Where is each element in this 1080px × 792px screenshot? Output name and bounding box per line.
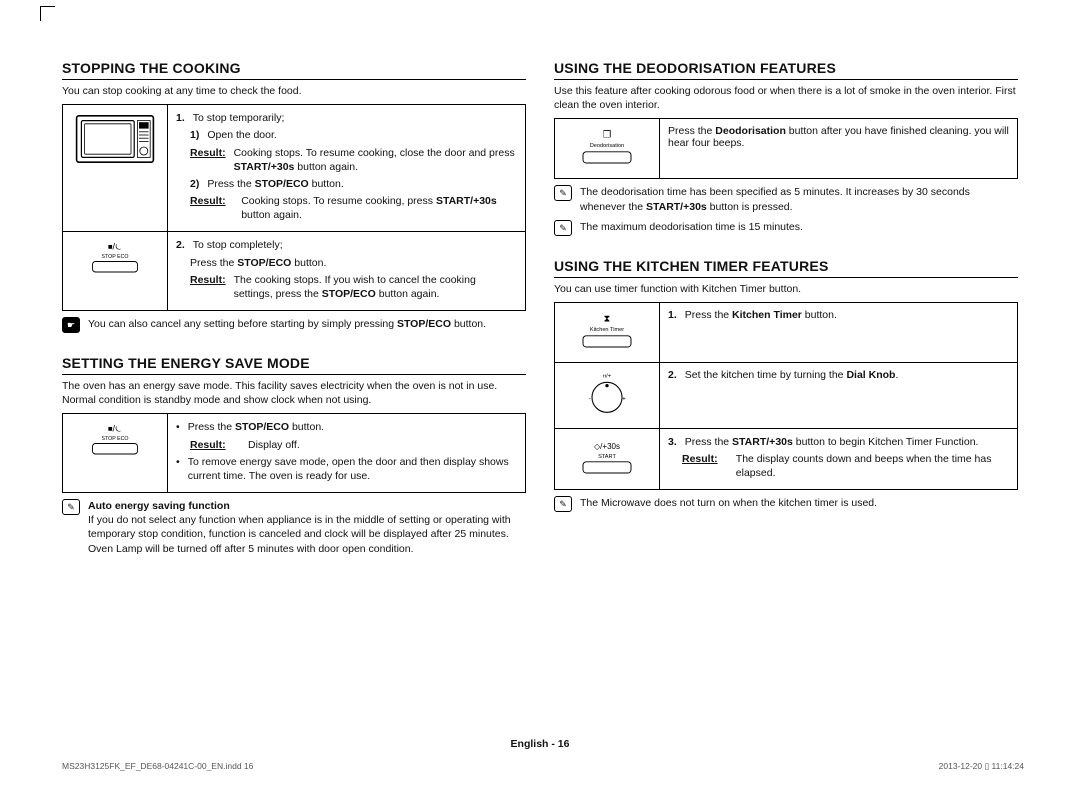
text: Open the door. <box>207 128 276 142</box>
text: Set the kitchen time by turning the Dial… <box>685 369 899 381</box>
svg-text:Kitchen Timer: Kitchen Timer <box>590 327 624 333</box>
result-label: Result: <box>190 273 226 301</box>
timer-step2: 2. Set the kitchen time by turning the Di… <box>660 362 1018 428</box>
deo-note-2: ✎ The maximum deodorisation time is 15 m… <box>554 220 1018 236</box>
timer-table: ⧗ Kitchen Timer 1. Press the Kitchen Time… <box>554 302 1018 491</box>
heading-deodorisation: USING THE DEODORISATION FEATURES <box>554 60 1018 80</box>
manual-page: STOPPING THE COOKING You can stop cookin… <box>0 0 1080 792</box>
hand-icon: ☛ <box>62 317 80 333</box>
stop-eco-button-cell: ⏹/⏾ STOP ECO <box>63 232 168 311</box>
result-label: Result: <box>190 438 240 452</box>
svg-text:❒: ❒ <box>603 130 612 141</box>
start-icon: ◇/+30s START <box>575 435 639 479</box>
dial-knob-icon: ʜ/+ - + <box>582 369 632 419</box>
num: 2. <box>668 369 677 381</box>
deo-button-cell: ❒ Deodorisation <box>555 119 660 179</box>
microwave-drawing-cell <box>63 105 168 232</box>
pencil-icon: ✎ <box>554 220 572 236</box>
text: Cooking stops. To resume cooking, close … <box>234 146 517 174</box>
text: The maximum deodorisation time is 15 min… <box>580 220 803 236</box>
text: The Microwave does not turn on when the … <box>580 496 877 512</box>
text: To stop temporarily; <box>193 111 285 125</box>
timer-step3: 3. Press the START/+30s button to begin K… <box>660 428 1018 490</box>
file-name: MS23H3125FK_EF_DE68-04241C-00_EN.indd 16 <box>62 761 253 772</box>
result-label: Result: <box>682 452 728 480</box>
intro-energy: The oven has an energy save mode. This f… <box>62 379 526 407</box>
stop-eco-button-cell: ⏹/⏾ STOP ECO <box>63 414 168 493</box>
dial-knob-cell: ʜ/+ - + <box>555 362 660 428</box>
svg-text:ʜ/+: ʜ/+ <box>603 373 612 379</box>
text: Press the STOP/ECO button. <box>188 420 324 434</box>
timestamp: 2013-12-20 ▯ 11:14:24 <box>939 761 1024 772</box>
start-button-cell: ◇/+30s START <box>555 428 660 490</box>
microwave-icon <box>74 111 156 167</box>
text: Press the Deodorisation button after you… <box>668 125 1009 149</box>
deodorisation-icon: ❒ Deodorisation <box>575 125 639 169</box>
timer-note: ✎ The Microwave does not turn on when th… <box>554 496 1018 512</box>
energy-text: •Press the STOP/ECO button. Result: Disp… <box>168 414 526 493</box>
energy-table: ⏹/⏾ STOP ECO •Press the STOP/ECO button.… <box>62 413 526 493</box>
text: Press the STOP/ECO button. <box>176 256 517 270</box>
stop-eco-icon: ⏹/⏾ STOP ECO <box>85 238 145 276</box>
deo-table: ❒ Deodorisation Press the Deodorisation … <box>554 118 1018 179</box>
num: 3. <box>668 435 677 449</box>
text: The display counts down and beeps when t… <box>736 452 1009 480</box>
svg-text:◇/+30s: ◇/+30s <box>594 442 620 451</box>
text: Oven Lamp will be turned off after 5 min… <box>88 542 526 556</box>
text: Press the Kitchen Timer button. <box>685 309 837 321</box>
imprint-line: MS23H3125FK_EF_DE68-04241C-00_EN.indd 16… <box>62 761 1024 772</box>
stopping-table: 1.To stop temporarily; 1)Open the door. … <box>62 104 526 311</box>
auto-energy-note: ✎ Auto energy saving function If you do … <box>62 499 526 556</box>
svg-text:STOP ECO: STOP ECO <box>102 254 129 260</box>
heading-energy: SETTING THE ENERGY SAVE MODE <box>62 355 526 375</box>
timer-button-cell: ⧗ Kitchen Timer <box>555 302 660 362</box>
text: Press the START/+30s button to begin Kit… <box>685 435 979 449</box>
stopping-note: ☛ You can also cancel any setting before… <box>62 317 526 333</box>
svg-text:+: + <box>622 396 626 403</box>
auto-title: Auto energy saving function <box>88 499 526 513</box>
heading-stopping: STOPPING THE COOKING <box>62 60 526 80</box>
num: 1) <box>190 128 199 142</box>
svg-text:-: - <box>589 396 591 403</box>
page-number: English - 16 <box>0 738 1080 750</box>
svg-text:⏹/⏾: ⏹/⏾ <box>108 242 122 252</box>
svg-text:⧗: ⧗ <box>604 313 611 324</box>
stop-eco-icon: ⏹/⏾ STOP ECO <box>85 420 145 458</box>
pencil-icon: ✎ <box>62 499 80 515</box>
text: The cooking stops. If you wish to cancel… <box>234 273 517 301</box>
timer-step1: 1. Press the Kitchen Timer button. <box>660 302 1018 362</box>
text: Press the STOP/ECO button. <box>207 177 343 191</box>
svg-text:STOP ECO: STOP ECO <box>102 436 129 442</box>
stopping-row1-text: 1.To stop temporarily; 1)Open the door. … <box>168 105 526 232</box>
heading-timer: USING THE KITCHEN TIMER FEATURES <box>554 258 1018 278</box>
intro-deo: Use this feature after cooking odorous f… <box>554 84 1018 112</box>
svg-text:START: START <box>598 454 616 460</box>
pencil-icon: ✎ <box>554 185 572 201</box>
left-column: STOPPING THE COOKING You can stop cookin… <box>62 60 526 562</box>
right-column: USING THE DEODORISATION FEATURES Use thi… <box>554 60 1018 562</box>
kitchen-timer-icon: ⧗ Kitchen Timer <box>575 309 639 353</box>
text: Display off. <box>248 438 300 452</box>
intro-timer: You can use timer function with Kitchen … <box>554 282 1018 296</box>
text: If you do not select any function when a… <box>88 513 526 541</box>
num: 2) <box>190 177 199 191</box>
result-label: Result: <box>190 146 226 174</box>
pencil-icon: ✎ <box>554 496 572 512</box>
crop-mark <box>40 6 55 21</box>
text: Cooking stops. To resume cooking, press … <box>241 194 517 222</box>
deo-text: Press the Deodorisation button after you… <box>660 119 1018 179</box>
num: 2. <box>176 238 185 252</box>
text: The deodorisation time has been specifie… <box>580 185 1018 213</box>
text: To remove energy save mode, open the doo… <box>188 455 517 483</box>
text: To stop completely; <box>193 238 283 252</box>
intro-stopping: You can stop cooking at any time to chec… <box>62 84 526 98</box>
text: You can also cancel any setting before s… <box>88 317 486 333</box>
stopping-row2-text: 2. To stop completely; Press the STOP/ECO… <box>168 232 526 311</box>
svg-text:⏹/⏾: ⏹/⏾ <box>108 424 122 434</box>
deo-note-1: ✎ The deodorisation time has been specif… <box>554 185 1018 213</box>
num: 1. <box>668 309 677 321</box>
num: 1. <box>176 111 185 125</box>
result-label: Result: <box>190 194 233 222</box>
svg-text:Deodorisation: Deodorisation <box>590 143 625 149</box>
